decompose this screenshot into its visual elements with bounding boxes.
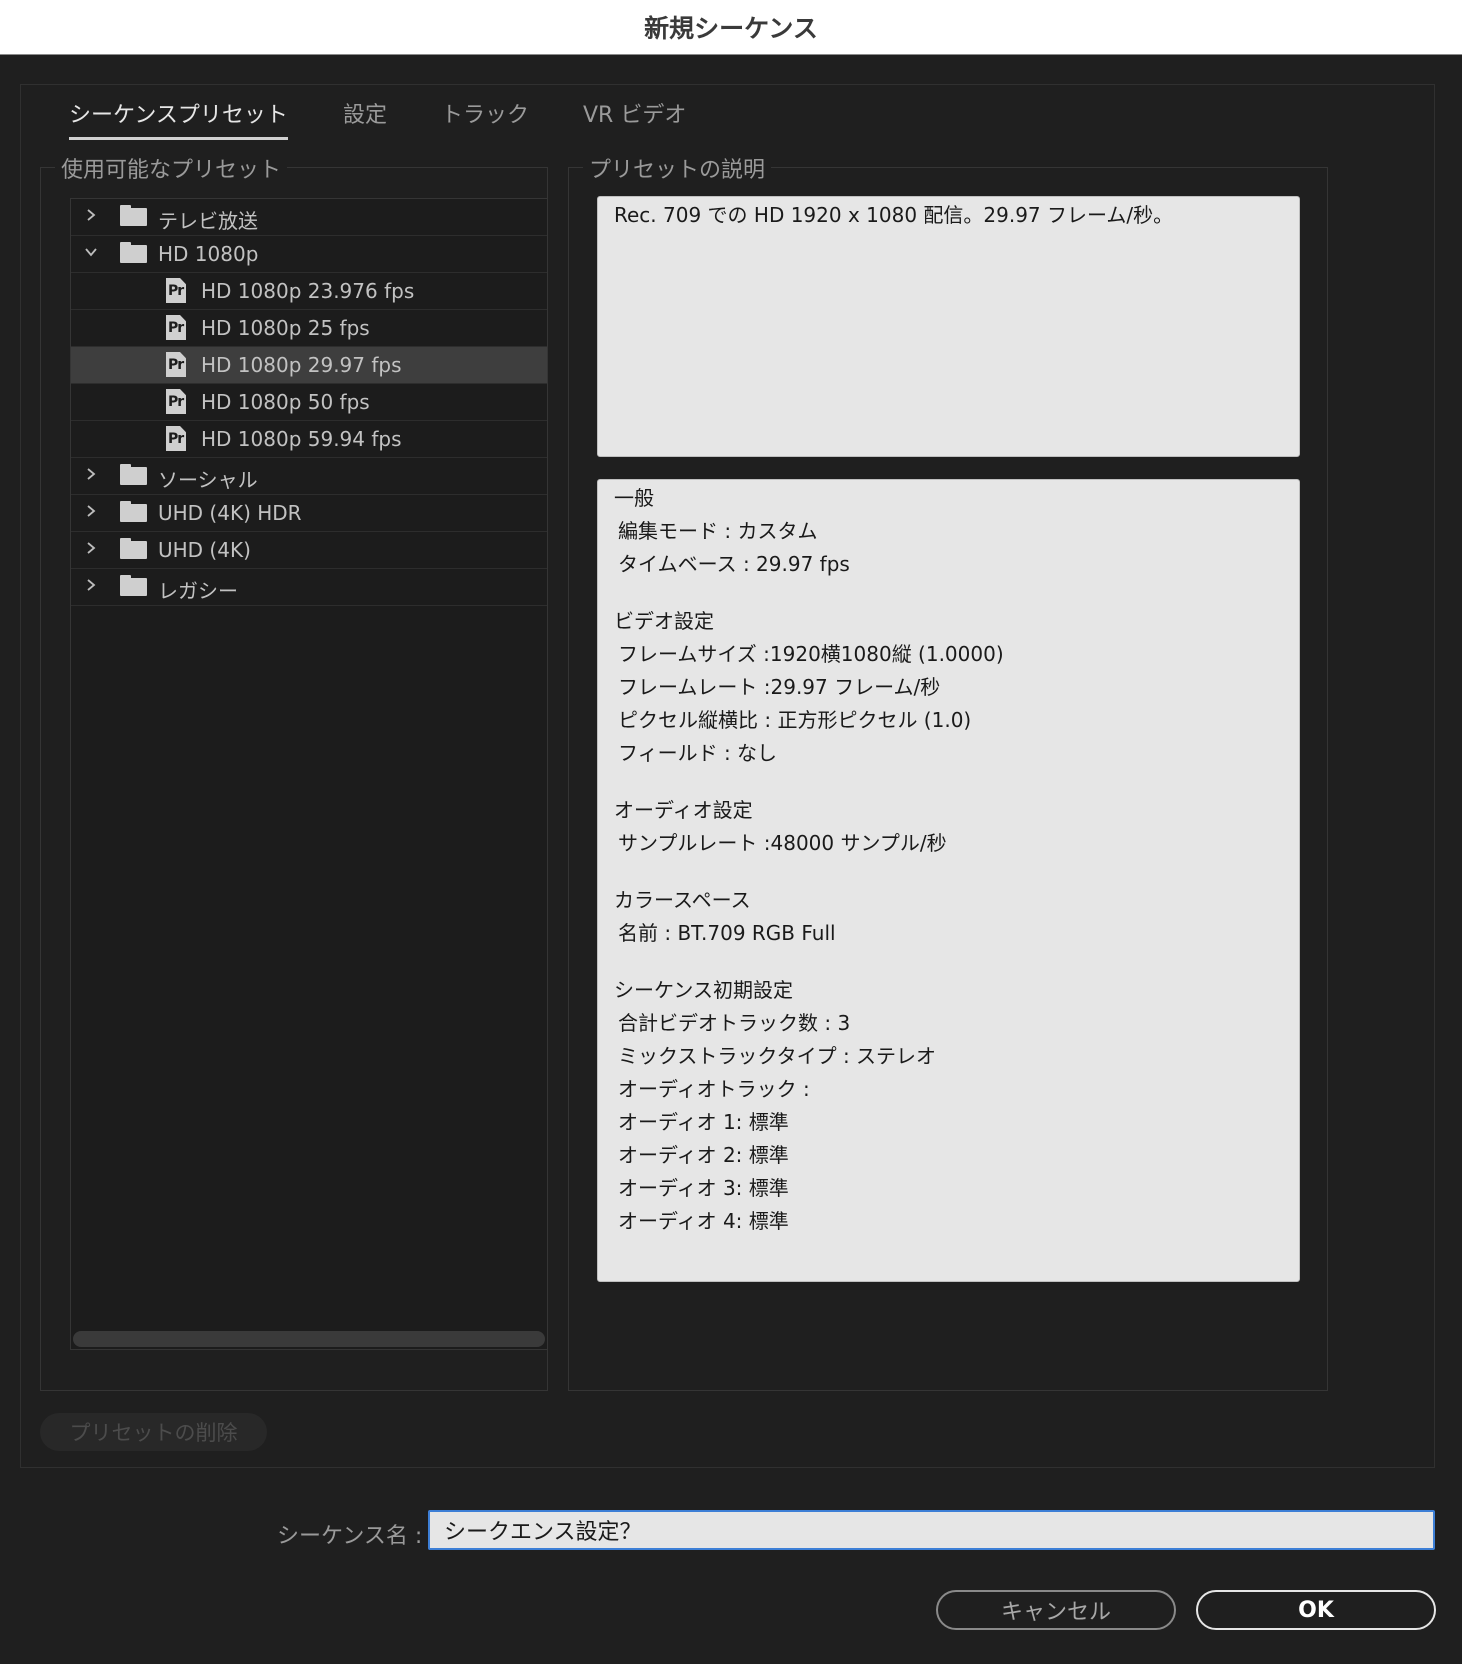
tree-folder-row[interactable]: UHD (4K) [71, 532, 547, 569]
settings-section-heading: 一般 [614, 486, 654, 510]
settings-line: フレームサイズ :1920横1080縦 (1.0000) [618, 642, 1004, 666]
tree-item-label: テレビ放送 [158, 209, 258, 233]
tree-folder-row[interactable]: レガシー [71, 569, 547, 606]
tab-label: 設定 [343, 103, 388, 128]
description-text: Rec. 709 での HD 1920 x 1080 配信。29.97 フレーム… [614, 203, 1174, 227]
chevron-right-icon[interactable] [85, 468, 97, 480]
tree-item-label: UHD (4K) HDR [158, 501, 302, 525]
premiere-preset-icon: Pr [166, 389, 186, 414]
premiere-preset-icon: Pr [166, 426, 186, 451]
settings-line: オーディオ 3: 標準 [618, 1176, 789, 1200]
settings-line: 名前 : BT.709 RGB Full [618, 921, 836, 945]
tab-tracks[interactable]: トラック [441, 97, 529, 129]
premiere-preset-icon: Pr [166, 315, 186, 340]
preset-icon-label: Pr [168, 394, 184, 410]
chevron-right-icon[interactable] [85, 209, 97, 221]
settings-section: シーケンス初期設定合計ビデオトラック数 : 3 ミックストラックタイプ : ステレ… [614, 974, 1004, 1238]
tree-item-label: HD 1080p 50 fps [201, 390, 370, 414]
tab-label: トラック [441, 103, 530, 128]
tree-item-label: HD 1080p 23.976 fps [201, 279, 415, 303]
settings-section: ビデオ設定フレームサイズ :1920横1080縦 (1.0000) フレームレート… [614, 605, 1004, 770]
settings-line: サンプルレート :48000 サンプル/秒 [618, 831, 947, 855]
tree-item-label: HD 1080p 59.94 fps [201, 427, 402, 451]
chevron-right-icon[interactable] [85, 505, 97, 517]
folder-icon [120, 575, 147, 596]
tree-preset-row[interactable]: Pr HD 1080p 29.97 fps [71, 347, 547, 384]
tree-item-label: レガシー [158, 579, 238, 603]
tab-active-indicator [69, 137, 288, 140]
preset-icon-label: Pr [168, 283, 184, 299]
horizontal-scrollbar[interactable] [73, 1331, 545, 1347]
tree-item-label: HD 1080p 25 fps [201, 316, 370, 340]
tree-folder-row[interactable]: テレビ放送 [71, 199, 547, 236]
settings-line: オーディオ 1: 標準 [618, 1110, 789, 1134]
settings-line: フレームレート :29.97 フレーム/秒 [618, 675, 941, 699]
chevron-right-icon[interactable] [85, 579, 97, 591]
settings-section-heading: カラースペース [614, 888, 751, 912]
tree-item-label: HD 1080p [158, 242, 259, 266]
settings-section: カラースペース名前 : BT.709 RGB Full [614, 884, 1004, 950]
settings-line: ピクセル縦横比 : 正方形ピクセル (1.0) [618, 708, 972, 732]
preset-description-legend: プリセットの説明 [583, 152, 772, 184]
preset-icon-label: Pr [168, 357, 184, 373]
settings-line: ミックストラックタイプ : ステレオ [618, 1044, 937, 1068]
settings-line: オーディオ 4: 標準 [618, 1209, 789, 1233]
tree-folder-row[interactable]: UHD (4K) HDR [71, 495, 547, 532]
preset-icon-label: Pr [168, 431, 184, 447]
folder-icon [120, 501, 147, 522]
settings-summary: 一般編集モード : カスタムタイムベース : 29.97 fps ビデオ設定フレー… [614, 482, 1004, 1238]
premiere-preset-icon: Pr [166, 352, 186, 377]
premiere-preset-icon: Pr [166, 278, 186, 303]
preset-description-group: プリセットの説明 Rec. 709 での HD 1920 x 1080 配信。2… [568, 152, 1328, 1391]
chevron-down-icon[interactable] [85, 246, 97, 258]
tree-item-label: HD 1080p 29.97 fps [201, 353, 402, 377]
sequence-name-input[interactable] [428, 1510, 1435, 1550]
folder-icon [120, 538, 147, 559]
tree-preset-row[interactable]: Pr HD 1080p 50 fps [71, 384, 547, 421]
cancel-button[interactable]: キャンセル [936, 1590, 1176, 1630]
settings-line: オーディオ 2: 標準 [618, 1143, 789, 1167]
tree-preset-row[interactable]: Pr HD 1080p 25 fps [71, 310, 547, 347]
available-presets-group: 使用可能なプリセット テレビ放送 HD 1080p Pr HD 1080p 23.97… [40, 152, 548, 1391]
ok-button[interactable]: OK [1196, 1590, 1436, 1630]
sequence-name-label: シーケンス名 : [277, 1524, 423, 1549]
window-title: 新規シーケンス [644, 14, 818, 43]
settings-section-heading: シーケンス初期設定 [614, 978, 793, 1002]
settings-section: オーディオ設定サンプルレート :48000 サンプル/秒 [614, 794, 1004, 860]
settings-line: 合計ビデオトラック数 : 3 [618, 1011, 851, 1035]
preset-icon-label: Pr [168, 320, 184, 336]
tab-label: VR ビデオ [583, 103, 687, 128]
tree-folder-row[interactable]: ソーシャル [71, 458, 547, 495]
settings-summary-box: 一般編集モード : カスタムタイムベース : 29.97 fps ビデオ設定フレー… [597, 479, 1300, 1282]
settings-section-heading: オーディオ設定 [614, 798, 753, 822]
folder-icon [120, 464, 147, 485]
tree-preset-row[interactable]: Pr HD 1080p 23.976 fps [71, 273, 547, 310]
tab-sequence-presets[interactable]: シーケンスプリセット [69, 97, 288, 140]
tree-preset-row[interactable]: Pr HD 1080p 59.94 fps [71, 421, 547, 458]
settings-line: オーディオトラック : [618, 1077, 810, 1101]
tree-folder-row[interactable]: HD 1080p [71, 236, 547, 273]
tab-vr-video[interactable]: VR ビデオ [583, 97, 686, 129]
main-panel: シーケンスプリセット 設定 トラック VR ビデオ 使用可能なプリセット テレビ… [20, 84, 1435, 1468]
delete-preset-button[interactable]: プリセットの削除 [40, 1413, 267, 1451]
tab-label: シーケンスプリセット [69, 103, 288, 128]
tree-item-label: UHD (4K) [158, 538, 251, 562]
settings-line: タイムベース : 29.97 fps [618, 552, 850, 576]
tree-item-label: ソーシャル [158, 468, 258, 492]
preset-tree[interactable]: テレビ放送 HD 1080p Pr HD 1080p 23.976 fps Pr HD 1… [70, 198, 548, 1350]
settings-section-heading: ビデオ設定 [614, 609, 714, 633]
tab-settings[interactable]: 設定 [343, 97, 387, 129]
folder-icon [120, 242, 147, 263]
chevron-right-icon[interactable] [85, 542, 97, 554]
folder-icon [120, 205, 147, 226]
title-bar: 新規シーケンス [0, 0, 1462, 55]
description-box: Rec. 709 での HD 1920 x 1080 配信。29.97 フレーム… [597, 196, 1300, 457]
settings-section: 一般編集モード : カスタムタイムベース : 29.97 fps [614, 482, 1004, 581]
settings-line: 編集モード : カスタム [618, 519, 818, 543]
available-presets-legend: 使用可能なプリセット [55, 152, 288, 184]
settings-line: フィールド : なし [618, 741, 778, 765]
